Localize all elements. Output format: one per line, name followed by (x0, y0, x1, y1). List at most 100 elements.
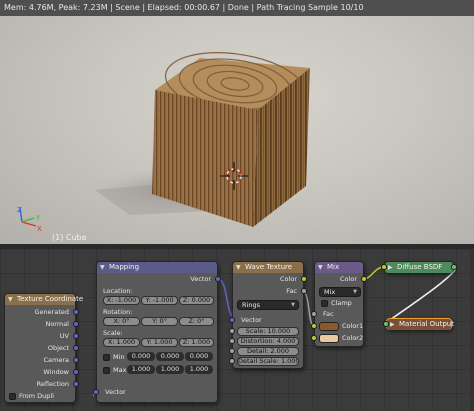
input-vector: Vector (105, 388, 126, 396)
socket-detail-in[interactable] (229, 348, 235, 354)
color2-label: Color2 (342, 334, 364, 342)
clamp-checkbox[interactable] (321, 300, 328, 307)
max-checkbox[interactable] (103, 367, 110, 374)
scale-z-field[interactable]: Z: 1.000 (179, 338, 214, 347)
output-reflection: Reflection (36, 380, 69, 388)
socket-vector-in[interactable] (229, 317, 235, 323)
render-scene (19, 52, 310, 227)
min-y-field[interactable]: 0.000 (156, 352, 184, 361)
socket-color-in[interactable] (381, 264, 387, 270)
scale-field[interactable]: Scale: 10.000 (237, 327, 299, 336)
axis-gizmo (19, 207, 37, 227)
detail-scale-field[interactable]: Detail Scale: 1.000 (237, 357, 299, 366)
socket-reflection[interactable] (73, 381, 79, 387)
location-label: Location: (103, 287, 133, 295)
collapse-arrow-icon[interactable]: ▼ (8, 294, 13, 305)
node-texture-coordinate[interactable]: ▼ Texture Coordinate Generated Normal UV… (4, 293, 83, 403)
output-color: Color (280, 275, 297, 283)
detail-field[interactable]: Detail: 2.000 (237, 347, 299, 356)
node-mapping[interactable]: ▼ Mapping Vector Location: X: -1.000 Y: … (93, 261, 221, 403)
rotation-x-field[interactable]: X: 0° (103, 317, 140, 326)
min-z-field[interactable]: 0.000 (185, 352, 213, 361)
socket-vector-in[interactable] (93, 389, 99, 395)
socket-vector-out[interactable] (215, 276, 221, 282)
max-z-field[interactable]: 1.000 (185, 365, 213, 374)
output-generated: Generated (34, 308, 69, 316)
node-material-output[interactable]: ▶ Material Output (383, 318, 454, 330)
color1-swatch[interactable] (319, 322, 339, 331)
output-vector: Vector (190, 275, 211, 283)
input-vector: Vector (241, 316, 262, 324)
node-header[interactable]: ▼ Mapping (97, 262, 217, 273)
collapse-arrow-icon[interactable]: ▶ (390, 319, 395, 330)
chevron-down-icon: ▼ (291, 302, 295, 308)
socket-window[interactable] (73, 369, 79, 375)
scale-y-field[interactable]: Y: 1.000 (141, 338, 178, 347)
rotation-z-field[interactable]: Z: 0° (179, 317, 214, 326)
socket-generated[interactable] (73, 309, 79, 315)
3d-viewport[interactable]: Mem: 4.76M, Peak: 7.23M | Scene | Elapse… (0, 0, 474, 244)
output-camera: Camera (43, 356, 69, 364)
socket-color2-in[interactable] (311, 335, 317, 341)
collapse-arrow-icon[interactable]: ▼ (100, 262, 105, 273)
scale-x-field[interactable]: X: 1.000 (103, 338, 140, 347)
color1-label: Color1 (342, 322, 364, 330)
distortion-field[interactable]: Distortion: 4.000 (237, 337, 299, 346)
axis-x-label: X (37, 225, 42, 233)
rotation-label: Rotation: (103, 308, 133, 316)
max-x-field[interactable]: 1.000 (127, 365, 155, 374)
node-editor[interactable]: ▼ Texture Coordinate Generated Normal UV… (0, 249, 474, 411)
output-color: Color (340, 275, 357, 283)
socket-color-out[interactable] (301, 276, 307, 282)
node-wave-texture[interactable]: ▼ Wave Texture Color Fac Rings ▼ Vector … (229, 261, 307, 369)
render-status-bar: Mem: 4.76M, Peak: 7.23M | Scene | Elapse… (0, 0, 474, 16)
collapse-arrow-icon[interactable]: ▼ (236, 262, 241, 273)
socket-color1-in[interactable] (311, 323, 317, 329)
scale-label: Scale: (103, 329, 123, 337)
node-editor-scrollbar[interactable] (470, 249, 474, 411)
output-object: Object (47, 344, 69, 352)
socket-fac-in[interactable] (311, 311, 317, 317)
output-window: Window (43, 368, 69, 376)
node-mix[interactable]: ▼ Mix Color Mix ▼ Clamp Fac Color1 Color… (311, 261, 367, 347)
location-z-field[interactable]: Z: 0.000 (179, 296, 214, 305)
node-header[interactable]: ▼ Mix (315, 262, 363, 273)
blend-mode-dropdown[interactable]: Mix ▼ (319, 287, 361, 297)
chevron-down-icon: ▼ (353, 289, 357, 295)
rotation-y-field[interactable]: Y: 0° (141, 317, 178, 326)
socket-object[interactable] (73, 345, 79, 351)
node-header[interactable]: ▼ Wave Texture (233, 262, 303, 273)
max-label: Max (113, 366, 127, 374)
socket-normal[interactable] (73, 321, 79, 327)
color2-swatch[interactable] (319, 334, 339, 343)
wave-type-dropdown[interactable]: Rings ▼ (237, 300, 299, 310)
from-dupli-label: From Dupli (19, 392, 55, 400)
socket-distortion-in[interactable] (229, 338, 235, 344)
socket-detail-scale-in[interactable] (229, 358, 235, 364)
location-x-field[interactable]: X: -1.000 (103, 296, 140, 305)
output-normal: Normal (45, 320, 69, 328)
from-dupli-checkbox[interactable] (9, 393, 16, 400)
max-y-field[interactable]: 1.000 (156, 365, 184, 374)
socket-fac-out[interactable] (301, 288, 307, 294)
node-header[interactable]: ▶ Material Output (387, 319, 454, 330)
node-diffuse-bsdf[interactable]: ▶ Diffuse BSDF (381, 261, 457, 273)
output-fac: Fac (286, 287, 297, 295)
min-label: Min (113, 353, 125, 361)
axis-y-label: Y (36, 214, 41, 222)
socket-bsdf-out[interactable] (451, 264, 457, 270)
node-header[interactable]: ▼ Texture Coordinate (5, 294, 83, 305)
socket-surface-in[interactable] (383, 321, 389, 327)
node-header[interactable]: ▶ Diffuse BSDF (385, 262, 453, 273)
output-uv: UV (59, 332, 69, 340)
min-x-field[interactable]: 0.000 (127, 352, 155, 361)
input-fac: Fac (323, 310, 334, 318)
collapse-arrow-icon[interactable]: ▶ (388, 262, 393, 273)
min-checkbox[interactable] (103, 354, 110, 361)
location-y-field[interactable]: Y: -1.000 (141, 296, 178, 305)
socket-camera[interactable] (73, 357, 79, 363)
socket-color-out[interactable] (361, 276, 367, 282)
socket-scale-in[interactable] (229, 328, 235, 334)
collapse-arrow-icon[interactable]: ▼ (318, 262, 323, 273)
socket-uv[interactable] (73, 333, 79, 339)
